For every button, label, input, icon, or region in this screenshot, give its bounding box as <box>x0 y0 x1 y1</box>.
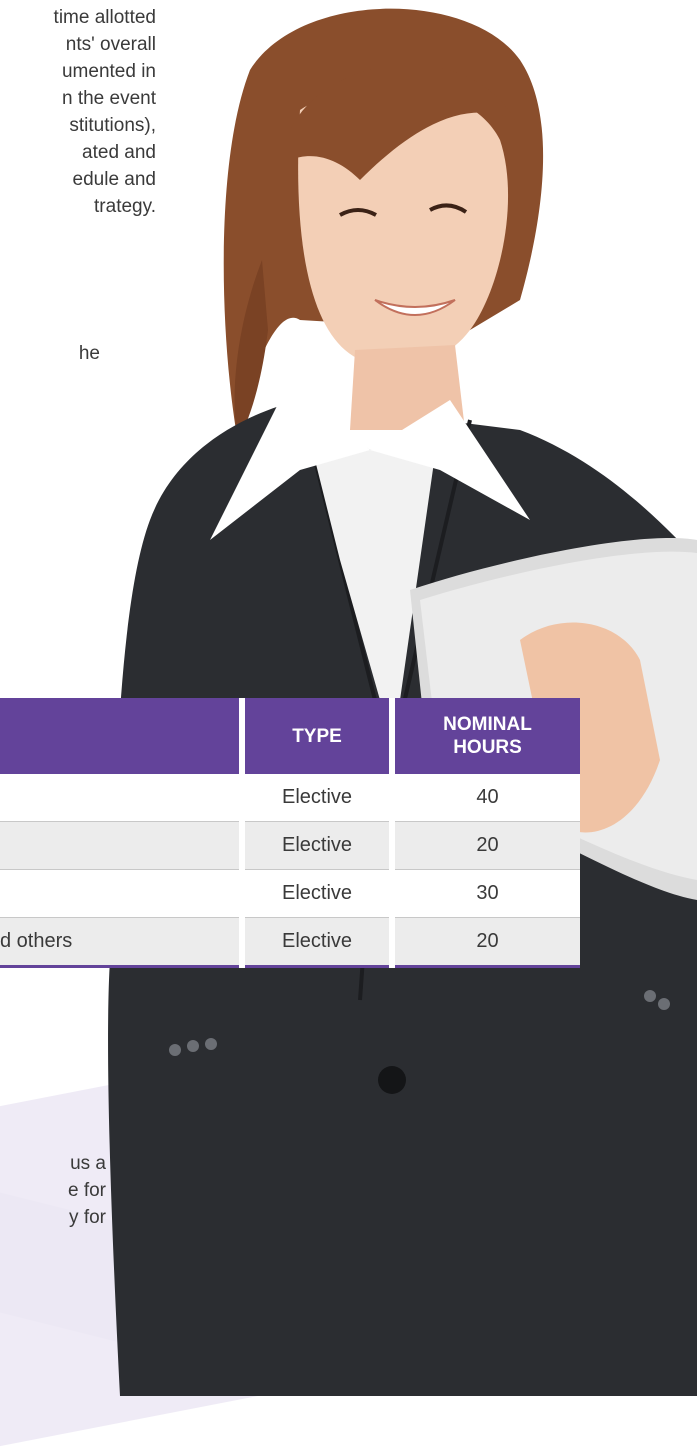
type-column-header: TYPE <box>239 698 392 774</box>
type-cell: Elective <box>239 917 392 967</box>
type-cell: Elective <box>239 774 392 822</box>
table-header-row: TYPE NOMINAL HOURS <box>0 698 580 774</box>
unit-cell <box>0 774 242 822</box>
unit-column-header <box>0 698 242 774</box>
type-cell: Elective <box>239 869 392 918</box>
hours-cell: 20 <box>389 917 580 967</box>
table-row: Elective 20 <box>0 821 580 870</box>
units-table: TYPE NOMINAL HOURS Elective 40 Elective … <box>0 698 580 968</box>
hours-cell: 30 <box>389 869 580 918</box>
unit-cell <box>0 821 242 870</box>
type-cell: Elective <box>239 821 392 870</box>
table-row: Elective 30 <box>0 869 580 918</box>
hours-header-line2: HOURS <box>453 737 522 758</box>
hours-header-line1: NOMINAL <box>443 714 532 735</box>
hours-cell: 40 <box>389 774 580 822</box>
unit-cell <box>0 869 242 918</box>
hours-column-header: NOMINAL HOURS <box>389 698 580 774</box>
table-row: d others Elective 20 <box>0 917 580 967</box>
hours-cell: 20 <box>389 821 580 870</box>
table-row: Elective 40 <box>0 774 580 822</box>
unit-cell: d others <box>0 917 242 967</box>
